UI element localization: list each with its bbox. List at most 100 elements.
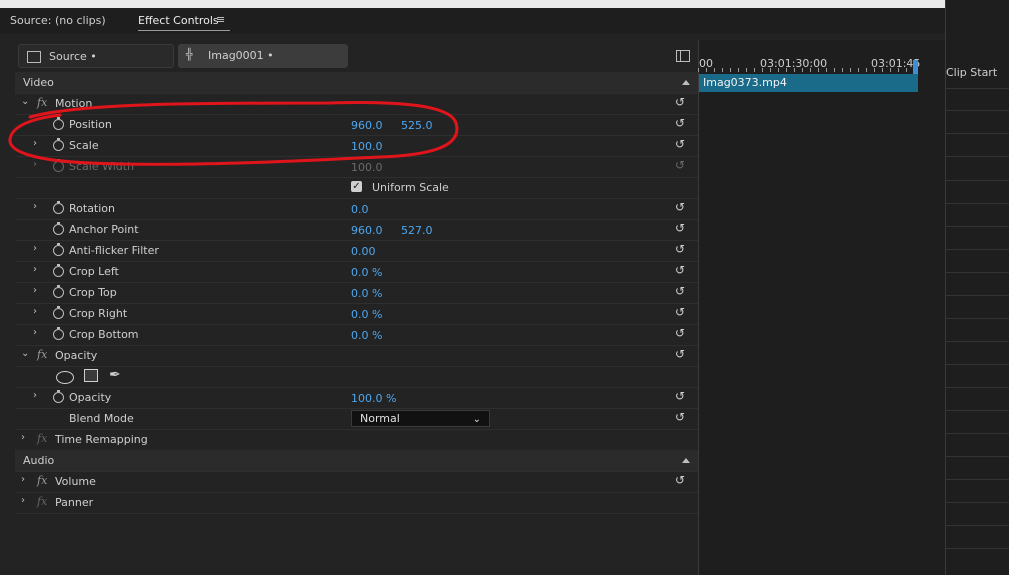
panner-effect-row[interactable]: › fx Panner	[15, 492, 698, 514]
blend-mode-dropdown[interactable]: Normal ⌄	[351, 410, 490, 427]
divider	[946, 318, 1009, 319]
reset-icon[interactable]: ↺	[675, 222, 691, 234]
reset-icon[interactable]: ↺	[675, 285, 691, 297]
stopwatch-icon[interactable]	[53, 222, 64, 235]
scale-value[interactable]: 100.0	[351, 140, 383, 153]
reset-icon[interactable]: ↺	[675, 96, 691, 108]
stopwatch-icon[interactable]	[53, 285, 64, 298]
divider	[946, 479, 1009, 480]
divider	[946, 110, 1009, 111]
hamburger-icon[interactable]: ≡	[216, 13, 225, 26]
stopwatch-icon[interactable]	[53, 306, 64, 319]
ellipse-mask-icon[interactable]	[56, 371, 74, 384]
motion-effect-row[interactable]: ⌄ fx Motion ↺	[15, 93, 698, 115]
effect-timeline-pane[interactable]	[698, 40, 946, 575]
chevron-down-icon[interactable]: ⌄	[21, 348, 31, 360]
reset-icon[interactable]: ↺	[675, 306, 691, 318]
time-remapping-row[interactable]: › fx Time Remapping	[15, 429, 698, 451]
chevron-down-icon: ⌄	[472, 414, 481, 425]
window-top-strip	[0, 0, 945, 8]
active-tab-underline	[138, 30, 230, 31]
stopwatch-icon[interactable]	[53, 138, 64, 151]
reset-icon[interactable]: ↺	[675, 390, 691, 402]
sequence-clip-tab[interactable]: ╬ Imag0001 • Imag0373.mp4	[178, 44, 348, 86]
rotation-row: › Rotation 0.0 ↺	[15, 198, 698, 220]
chevron-right-icon[interactable]: ›	[21, 474, 31, 486]
tab-source[interactable]: Source: (no clips)	[10, 14, 106, 27]
chevron-right-icon[interactable]: ›	[33, 285, 43, 297]
fx-icon: fx	[37, 495, 48, 508]
position-x-value[interactable]: 960.0	[351, 119, 383, 132]
anchor-x-value[interactable]: 960.0	[351, 224, 383, 237]
position-y-value[interactable]: 525.0	[401, 119, 433, 132]
clip-start-header: Clip Start	[946, 66, 998, 79]
blend-mode-label: Blend Mode	[69, 412, 134, 425]
stopwatch-icon[interactable]	[53, 243, 64, 256]
panel-toggle-icon[interactable]	[676, 50, 690, 62]
reset-icon[interactable]: ↺	[675, 327, 691, 339]
rectangle-mask-icon[interactable]	[84, 369, 98, 382]
reset-icon[interactable]: ↺	[675, 474, 691, 486]
clip-bar[interactable]: Imag0373.mp4	[699, 74, 918, 92]
uniform-scale-checkbox[interactable]: ✓	[351, 181, 362, 192]
fx-icon[interactable]: fx	[37, 474, 47, 487]
video-section-header[interactable]: Video	[15, 72, 698, 94]
antiflicker-value[interactable]: 0.00	[351, 245, 376, 258]
rotation-value[interactable]: 0.0	[351, 203, 369, 216]
chevron-right-icon[interactable]: ›	[33, 201, 43, 213]
position-label: Position	[69, 118, 112, 131]
film-icon	[27, 51, 41, 63]
video-section-label: Video	[23, 76, 54, 89]
pen-mask-icon[interactable]: ✒	[109, 367, 121, 383]
chevron-right-icon[interactable]: ›	[33, 264, 43, 276]
chevron-down-icon[interactable]: ⌄	[21, 96, 31, 108]
collapse-up-icon[interactable]	[682, 458, 690, 463]
anchor-point-label: Anchor Point	[69, 223, 139, 236]
chevron-right-icon[interactable]: ›	[21, 495, 31, 507]
stopwatch-icon[interactable]	[53, 264, 64, 277]
reset-icon[interactable]: ↺	[675, 264, 691, 276]
crop-bottom-label: Crop Bottom	[69, 328, 139, 341]
audio-section-header[interactable]: Audio	[15, 450, 698, 472]
crop-right-value[interactable]: 0.0 %	[351, 308, 382, 321]
playhead-marker[interactable]	[913, 60, 918, 74]
stopwatch-icon[interactable]	[53, 117, 64, 130]
opacity-row: › Opacity 100.0 % ↺	[15, 387, 698, 409]
tab-effect-controls[interactable]: Effect Controls	[138, 14, 219, 27]
reset-icon[interactable]: ↺	[675, 411, 691, 423]
chevron-right-icon[interactable]: ›	[33, 138, 43, 150]
stopwatch-icon	[53, 159, 64, 172]
opacity-effect-row[interactable]: ⌄ fx Opacity ↺	[15, 345, 698, 367]
volume-label: Volume	[55, 475, 96, 488]
stopwatch-icon[interactable]	[53, 201, 64, 214]
stopwatch-icon[interactable]	[53, 390, 64, 403]
divider	[946, 341, 1009, 342]
divider	[946, 410, 1009, 411]
opacity-label: Opacity	[69, 391, 112, 404]
fx-icon[interactable]: fx	[37, 96, 47, 109]
timecode-ruler-ticks[interactable]	[698, 68, 920, 72]
crop-bottom-value[interactable]: 0.0 %	[351, 329, 382, 342]
reset-icon[interactable]: ↺	[675, 117, 691, 129]
chevron-right-icon[interactable]: ›	[33, 327, 43, 339]
chevron-right-icon[interactable]: ›	[33, 243, 43, 255]
opacity-value[interactable]: 100.0 %	[351, 392, 396, 405]
volume-effect-row[interactable]: › fx Volume ↺	[15, 471, 698, 493]
divider	[946, 272, 1009, 273]
source-clip-tab[interactable]: Source • Imag0373.mp4	[18, 44, 174, 87]
crop-top-value[interactable]: 0.0 %	[351, 287, 382, 300]
fx-icon[interactable]: fx	[37, 348, 47, 361]
chevron-right-icon[interactable]: ›	[33, 306, 43, 318]
crop-left-value[interactable]: 0.0 %	[351, 266, 382, 279]
reset-icon[interactable]: ↺	[675, 243, 691, 255]
chevron-right-icon[interactable]: ›	[33, 390, 43, 402]
stopwatch-icon[interactable]	[53, 327, 64, 340]
chevron-right-icon[interactable]: ›	[21, 432, 31, 444]
reset-icon[interactable]: ↺	[675, 138, 691, 150]
scroll-up-icon[interactable]	[682, 80, 690, 85]
scale-label: Scale	[69, 139, 99, 152]
reset-icon[interactable]: ↺	[675, 201, 691, 213]
motion-label: Motion	[55, 97, 93, 110]
reset-icon[interactable]: ↺	[675, 348, 691, 360]
anchor-y-value[interactable]: 527.0	[401, 224, 433, 237]
